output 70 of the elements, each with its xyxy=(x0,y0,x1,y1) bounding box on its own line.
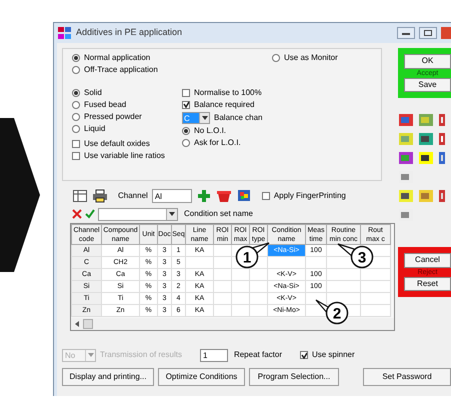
checkbox[interactable] xyxy=(72,152,80,160)
repeat-factor-label: Repeat factor xyxy=(234,349,282,361)
app-icon xyxy=(58,27,72,39)
caret-icon xyxy=(202,116,208,120)
radio-label: No L.O.I. xyxy=(194,124,226,136)
checkbox-label: Normalise to 100% xyxy=(194,86,262,98)
repeat-factor-field[interactable]: 1 xyxy=(200,348,228,362)
checkbox-label: Balance required xyxy=(194,98,254,110)
close-icon[interactable] xyxy=(72,209,82,219)
check-icon[interactable] xyxy=(85,209,95,219)
radio-button[interactable] xyxy=(72,66,80,74)
radio-label: Liquid xyxy=(84,122,106,134)
maximize-button[interactable] xyxy=(419,27,437,39)
channel-field[interactable]: Al xyxy=(152,189,192,203)
checkbox-label: Apply FingerPrinting xyxy=(274,190,346,202)
tool-icon[interactable] xyxy=(418,150,434,165)
dialog-button[interactable]: Cancel xyxy=(404,253,451,268)
radio-button[interactable] xyxy=(72,100,80,108)
dialog-button[interactable]: Reset xyxy=(404,276,451,291)
minimize-button[interactable] xyxy=(397,27,415,39)
dialog-button[interactable]: Program Selection... xyxy=(249,368,339,386)
scroll-thumb[interactable] xyxy=(83,319,93,329)
dialog-button[interactable]: Set Password xyxy=(363,368,451,386)
radio-label: Ask for L.O.I. xyxy=(194,136,241,148)
radio-label: Normal application xyxy=(84,52,150,64)
dialog-button[interactable]: OK xyxy=(404,54,451,68)
checkbox[interactable] xyxy=(182,100,190,108)
horizontal-scrollbar[interactable] xyxy=(71,318,394,330)
tool-icon[interactable] xyxy=(418,131,434,146)
radio-label: Solid xyxy=(84,86,102,98)
window-title: Additives in PE application xyxy=(76,26,182,40)
checkbox[interactable] xyxy=(182,88,190,96)
checkbox[interactable] xyxy=(300,351,308,359)
radio-button[interactable] xyxy=(72,112,80,120)
radio-button[interactable] xyxy=(72,88,80,96)
condition-set-label: Condition set name xyxy=(184,208,253,220)
dialog-button[interactable]: Display and printing... xyxy=(62,368,154,386)
palette-icon[interactable] xyxy=(236,188,252,204)
minimize-icon xyxy=(402,32,410,34)
maximize-icon xyxy=(424,30,432,36)
transmission-label: Transmission of results xyxy=(100,349,182,361)
caret-icon xyxy=(169,212,175,216)
tool-icon[interactable] xyxy=(398,188,414,203)
radio-button[interactable] xyxy=(182,126,190,134)
radio-label: Off-Trace application xyxy=(84,64,158,76)
dialog-button[interactable]: Optimize Conditions xyxy=(158,368,245,386)
grid-icon[interactable] xyxy=(72,189,88,203)
radio-label: Fused bead xyxy=(84,98,126,110)
radio-button[interactable] xyxy=(72,124,80,132)
tool-icon[interactable] xyxy=(438,131,446,146)
radio-button[interactable] xyxy=(272,54,280,62)
checkbox-label: Use default oxides xyxy=(84,138,150,150)
radio-button[interactable] xyxy=(72,54,80,62)
radio-button[interactable] xyxy=(182,138,190,146)
caret-icon xyxy=(88,353,94,357)
dialog-button[interactable]: Save xyxy=(404,78,451,92)
radio-label: Pressed powder xyxy=(84,110,142,122)
checkbox-label: Use variable line ratios xyxy=(84,150,165,162)
printer-icon[interactable] xyxy=(92,189,108,203)
scroll-left-icon[interactable] xyxy=(75,321,79,327)
balance-channel-label: Balance chan xyxy=(214,112,262,124)
condition-set-dropdown[interactable] xyxy=(98,208,178,220)
checkbox[interactable] xyxy=(72,140,80,148)
radio-label: Use as Monitor xyxy=(284,52,338,64)
checkbox-label: Use spinner xyxy=(312,349,355,361)
basket-icon[interactable] xyxy=(216,188,232,204)
plus-icon[interactable] xyxy=(196,188,212,204)
checkbox[interactable] xyxy=(262,192,270,200)
chevron-icon xyxy=(0,118,42,274)
channel-label: Channel xyxy=(118,190,148,202)
